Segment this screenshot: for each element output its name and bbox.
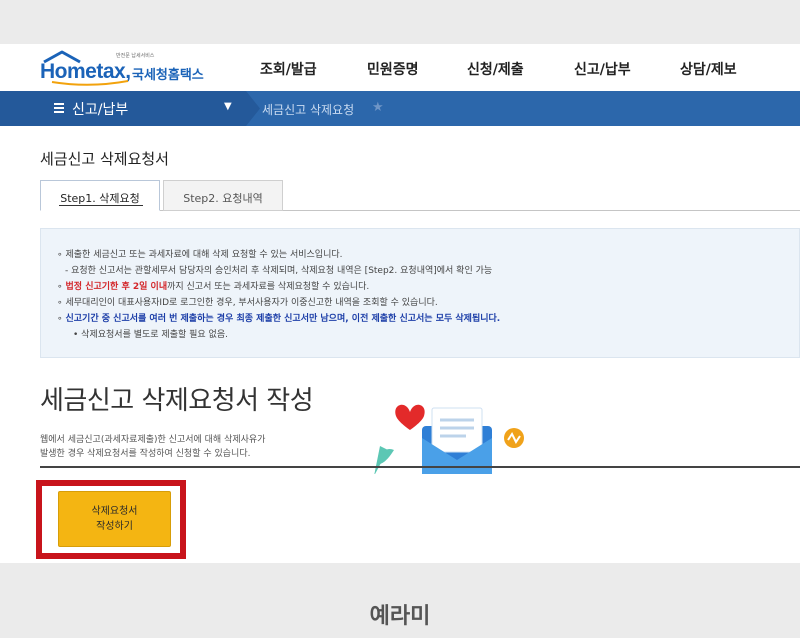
apply-button-line-1: 삭제요청서 [91, 506, 138, 517]
section-title: 세금신고 삭제요청서 작성 [40, 386, 314, 416]
section-desc-2: 발생한 경우 삭제요청서를 작성하여 신청할 수 있습니다. [40, 449, 251, 459]
notice-line-5-text: 신고기간 중 신고서를 여러 번 제출하는 경우 최종 제출한 신고서만 남으며… [65, 314, 501, 324]
notice-box: ∘ 제출한 세금신고 또는 과세자료에 대해 삭제 요청할 수 있는 서비스입니… [40, 228, 800, 358]
gnb-filing[interactable]: 신고/납부 [574, 59, 631, 79]
section-desc-1: 웹에서 세금신고(과세자료제출)한 신고서에 대해 삭제사유가 [40, 435, 266, 445]
tab-step2-request-history[interactable]: Step2. 요청내역 [163, 180, 283, 211]
notice-line-4: ∘ 세무대리인이 대표사용자ID로 로그인한 경우, 부서사용자가 이중신고한 … [57, 298, 438, 308]
notice-line-5: ∘ 신고기간 중 신고서를 여러 번 제출하는 경우 최종 제출한 신고서만 남… [57, 314, 501, 324]
tab-step1-delete-request[interactable]: Step1. 삭제요청 [40, 180, 160, 211]
section-divider [40, 466, 800, 468]
page-title: 세금신고 삭제요청서 [40, 150, 169, 168]
hometax-page: 반전문 납세서비스 Hometax, 국세청홈택스 조회/발급 민원증명 신청/… [0, 44, 800, 563]
logo-swoosh-icon [51, 80, 129, 86]
logo-tagline: 반전문 납세서비스 [116, 53, 155, 59]
hamburger-icon [54, 103, 64, 113]
gnb-inquiry[interactable]: 조회/발급 [260, 59, 317, 79]
tab-step2-label: Step2. 요청내역 [183, 192, 263, 205]
notice-line-6: • 삭제요청서를 별도로 제출할 필요 없음. [73, 330, 228, 340]
gnb-application[interactable]: 신청/제출 [467, 59, 524, 79]
hometax-logo[interactable]: 반전문 납세서비스 Hometax, 국세청홈택스 [38, 50, 208, 86]
notice-deadline-highlight: 법정 신고기한 후 2일 이내 [65, 282, 168, 292]
site-header: 반전문 납세서비스 Hometax, 국세청홈택스 조회/발급 민원증명 신청/… [0, 44, 800, 91]
gnb-certificate[interactable]: 민원증명 [367, 59, 419, 79]
write-delete-request-button[interactable]: 삭제요청서 작성하기 [58, 491, 171, 547]
gnb-consult[interactable]: 상담/제보 [680, 59, 737, 79]
mail-illustration-icon [374, 404, 524, 474]
apply-button-line-2: 작성하기 [96, 521, 133, 532]
menu-dropdown[interactable]: 신고/납부 ▼ [0, 91, 246, 126]
breadcrumb-current: 세금신고 삭제요청 [262, 103, 355, 117]
tab-step1-label: Step1. 삭제요청 [60, 192, 140, 205]
top-band [0, 0, 800, 44]
notice-line-3: ∘ 법정 신고기한 후 2일 이내까지 신고서 또는 과세자료를 삭제요청할 수… [57, 282, 370, 292]
notice-line-1: ∘ 제출한 세금신고 또는 과세자료에 대해 삭제 요청할 수 있는 서비스입니… [57, 250, 343, 260]
location-bar: 신고/납부 ▼ 세금신고 삭제요청 ★ [0, 91, 800, 126]
tab-active-underline [59, 205, 143, 206]
favorite-star-icon[interactable]: ★ [372, 100, 384, 115]
caret-down-icon: ▼ [224, 101, 232, 112]
notice-line-3-rest: 까지 신고서 또는 과세자료를 삭제요청할 수 있습니다. [167, 282, 370, 292]
breadcrumb-separator-icon [246, 91, 260, 126]
logo-brand-kr: 국세청홈택스 [132, 68, 204, 83]
menu-dropdown-label: 신고/납부 [72, 102, 129, 118]
watermark-logo: 예라미 [369, 603, 431, 629]
notice-line-2: - 요청한 신고서는 관할세무서 담당자의 승인처리 후 삭제되며, 삭제요청 … [65, 266, 493, 276]
